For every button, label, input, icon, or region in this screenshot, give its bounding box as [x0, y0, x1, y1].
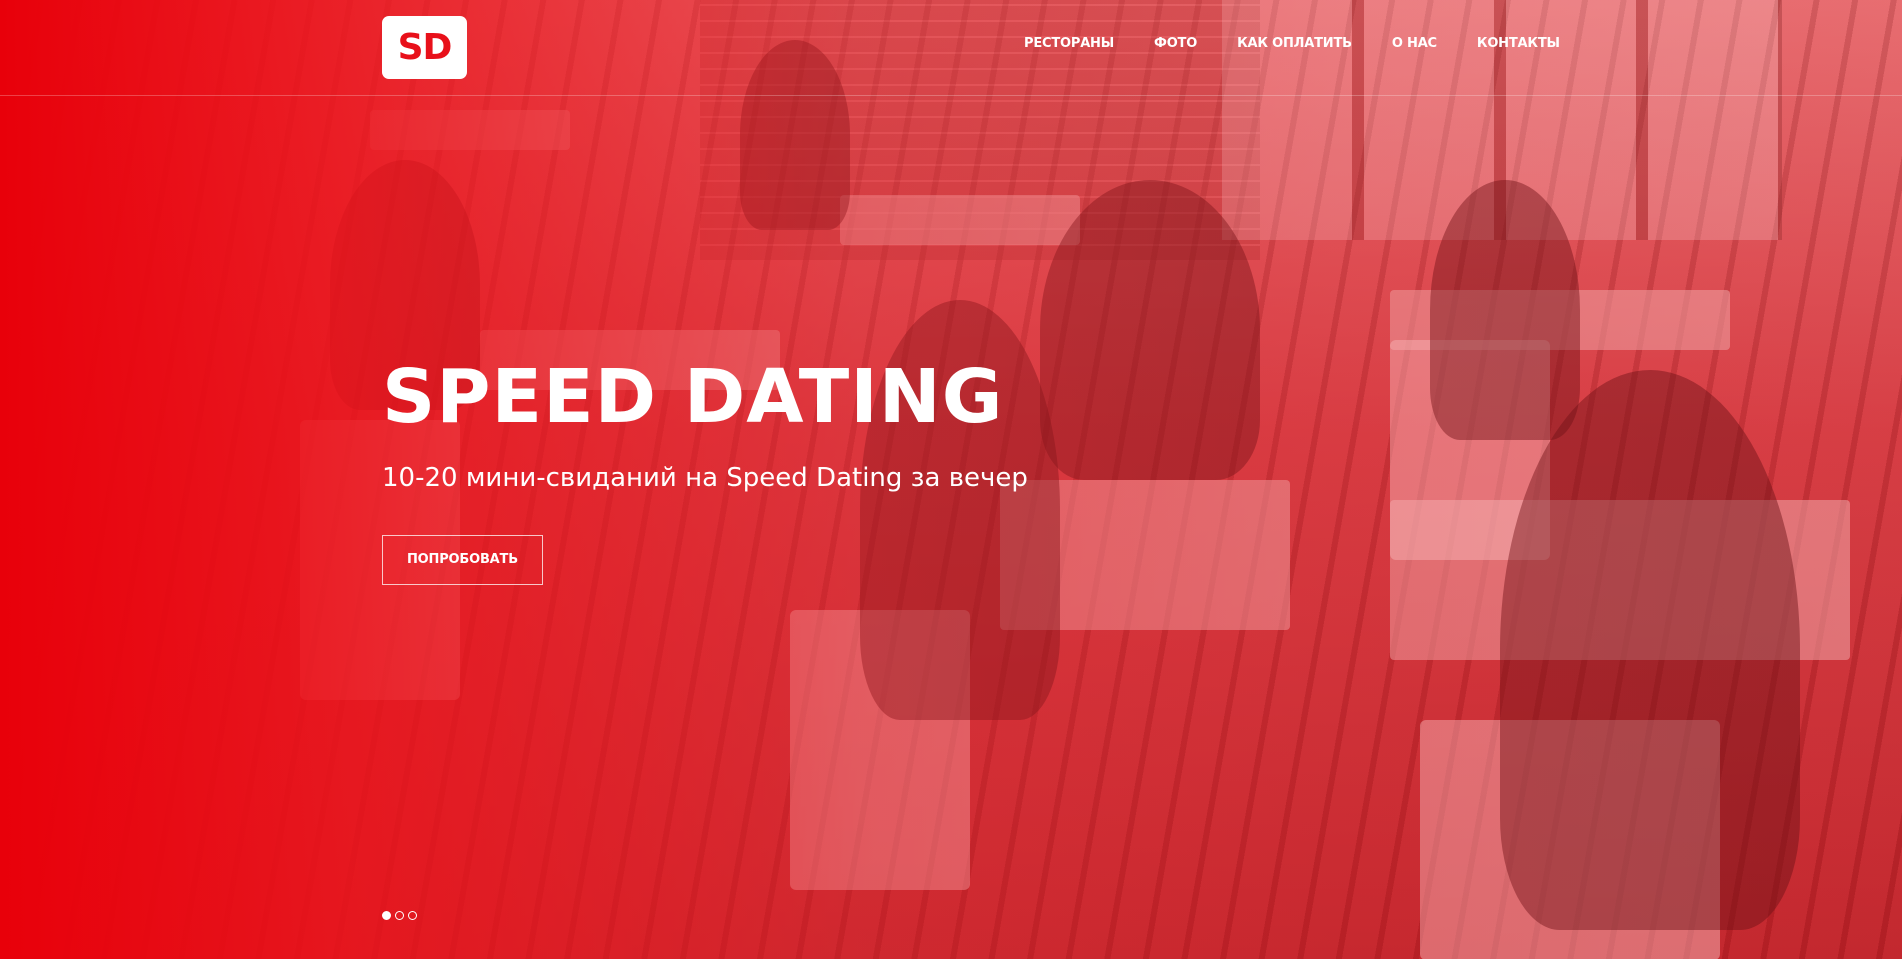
logo-link[interactable]: SD	[382, 16, 467, 79]
slider-dot-2[interactable]	[395, 911, 404, 920]
slider-pagination	[382, 911, 417, 920]
hero-title: SPEED DATING	[382, 354, 1004, 440]
hero-section: SD РЕСТОРАНЫ ФОТО КАК ОПЛАТИТЬ О НАС КОН…	[0, 0, 1902, 959]
hero-content: SPEED DATING 10-20 мини-свиданий на Spee…	[382, 355, 1028, 585]
nav-item-photo[interactable]: ФОТО	[1154, 36, 1197, 51]
try-button[interactable]: ПОПРОБОВАТЬ	[382, 535, 543, 585]
slider-dot-3[interactable]	[408, 911, 417, 920]
nav-item-how-to-pay[interactable]: КАК ОПЛАТИТЬ	[1237, 36, 1352, 51]
slider-dot-1[interactable]	[382, 911, 391, 920]
nav-item-restaurants[interactable]: РЕСТОРАНЫ	[1024, 36, 1114, 51]
site-header: SD РЕСТОРАНЫ ФОТО КАК ОПЛАТИТЬ О НАС КОН…	[0, 0, 1902, 96]
main-nav: РЕСТОРАНЫ ФОТО КАК ОПЛАТИТЬ О НАС КОНТАК…	[1024, 36, 1600, 51]
hero-subtitle: 10-20 мини-свиданий на Speed Dating за в…	[382, 463, 1028, 493]
nav-item-about[interactable]: О НАС	[1392, 36, 1437, 51]
nav-item-contacts[interactable]: КОНТАКТЫ	[1477, 36, 1560, 51]
